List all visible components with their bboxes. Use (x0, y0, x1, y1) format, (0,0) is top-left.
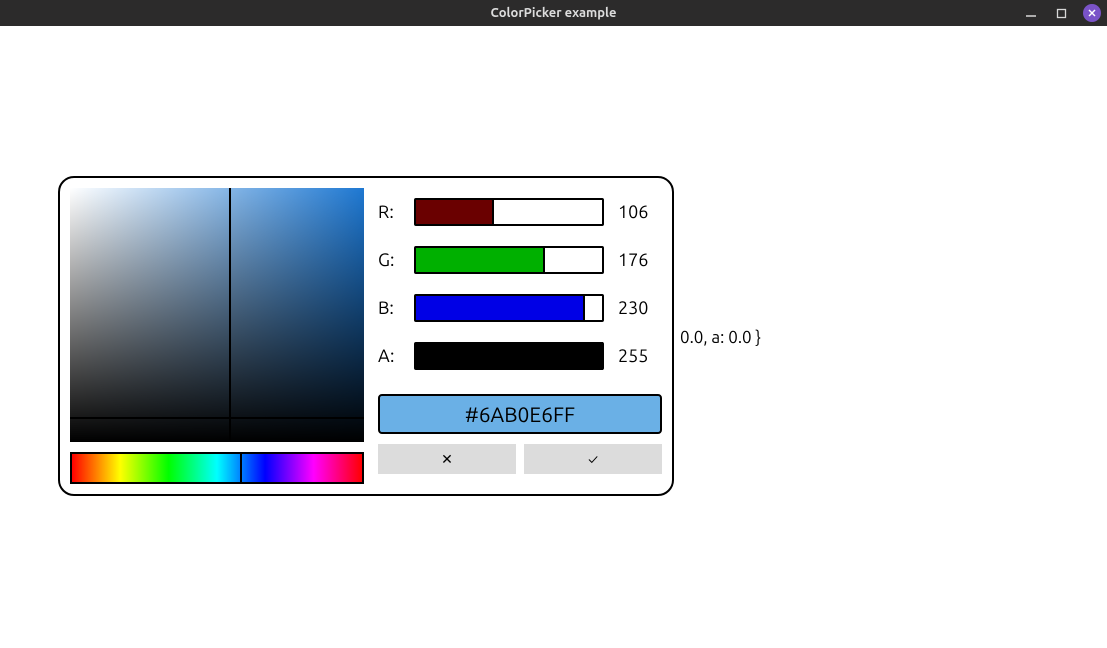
red-channel-row: R: 106 (378, 198, 662, 226)
check-icon: ✓ (588, 451, 598, 467)
blue-slider[interactable] (414, 294, 604, 322)
debug-output-text: 0.0, a: 0.0 } (680, 328, 761, 347)
blue-slider-fill (416, 296, 584, 320)
x-icon: ✕ (441, 451, 453, 468)
alpha-slider-fill (416, 344, 602, 368)
alpha-slider[interactable] (414, 342, 604, 370)
close-button[interactable] (1083, 4, 1101, 22)
red-value: 106 (618, 202, 660, 222)
green-value: 176 (618, 250, 660, 270)
green-slider[interactable] (414, 246, 604, 274)
red-slider-fill (416, 200, 493, 224)
green-slider-handle[interactable] (543, 246, 545, 274)
red-label: R: (378, 202, 400, 222)
hue-handle[interactable] (240, 452, 242, 484)
saturation-value-field[interactable] (70, 188, 364, 442)
red-slider-handle[interactable] (492, 198, 494, 226)
cancel-button[interactable]: ✕ (378, 444, 516, 474)
alpha-channel-row: A: 255 (378, 342, 662, 370)
hex-value: #6AB0E6FF (465, 402, 575, 426)
alpha-label: A: (378, 346, 400, 366)
hue-strip[interactable] (70, 452, 364, 484)
blue-channel-row: B: 230 (378, 294, 662, 322)
alpha-slider-handle[interactable] (601, 342, 603, 370)
blue-label: B: (378, 298, 400, 318)
content-area: 0.0, a: 0.0 } R: 106 G: (0, 26, 1107, 648)
picker-left-column (70, 188, 364, 484)
window-title: ColorPicker example (491, 6, 617, 20)
confirm-button[interactable]: ✓ (524, 444, 662, 474)
sv-crosshair-horizontal (70, 417, 364, 419)
blue-slider-handle[interactable] (583, 294, 585, 322)
titlebar: ColorPicker example (0, 0, 1107, 26)
green-label: G: (378, 250, 400, 270)
color-picker-panel: R: 106 G: 176 B: (58, 176, 674, 496)
alpha-value: 255 (618, 346, 660, 366)
green-slider-fill (416, 248, 544, 272)
blue-value: 230 (618, 298, 660, 318)
picker-right-column: R: 106 G: 176 B: (378, 188, 662, 484)
green-channel-row: G: 176 (378, 246, 662, 274)
hex-display[interactable]: #6AB0E6FF (378, 394, 662, 434)
window-controls (1023, 4, 1101, 22)
sv-crosshair-vertical (229, 188, 231, 442)
red-slider[interactable] (414, 198, 604, 226)
picker-button-row: ✕ ✓ (378, 444, 662, 474)
maximize-button[interactable] (1053, 5, 1069, 21)
minimize-button[interactable] (1023, 5, 1039, 21)
